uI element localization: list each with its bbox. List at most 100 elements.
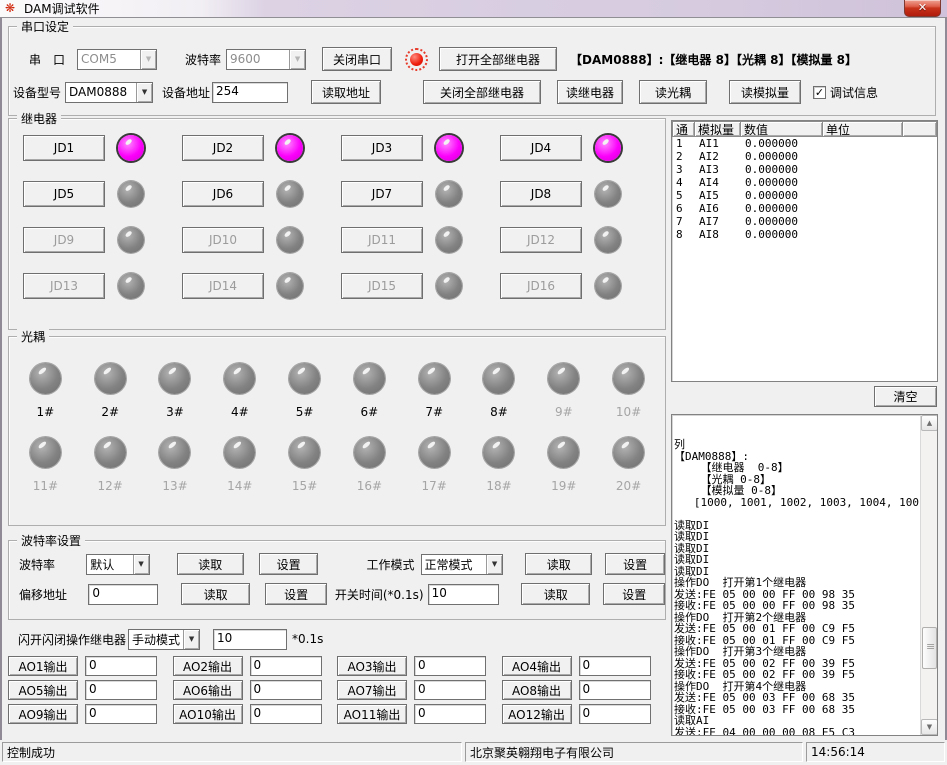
scroll-down-icon[interactable]: ▼ bbox=[921, 719, 938, 735]
table-row[interactable]: 5 AI5 0.000000 bbox=[672, 189, 937, 202]
ao-cell: AO8输出 0 bbox=[502, 680, 667, 700]
channel-cell: 5 bbox=[672, 189, 695, 202]
table-row[interactable]: 6 AI6 0.000000 bbox=[672, 202, 937, 215]
opto-label: 3# bbox=[166, 405, 184, 419]
ao-output-input[interactable]: 0 bbox=[579, 680, 651, 700]
table-header-cell[interactable]: 模拟量 bbox=[695, 121, 741, 137]
relay-button[interactable]: JD4 bbox=[500, 135, 582, 161]
ao-output-button[interactable]: AO10输出 bbox=[173, 704, 243, 724]
offset-set-button[interactable]: 设置 bbox=[265, 583, 327, 605]
analog-name-cell: AI6 bbox=[695, 202, 741, 215]
debug-info-checkbox[interactable]: ✓ bbox=[813, 86, 826, 99]
ao-output-button[interactable]: AO9输出 bbox=[8, 704, 78, 724]
table-row[interactable]: 8 AI8 0.000000 bbox=[672, 228, 937, 241]
switch-time-input[interactable]: 10 bbox=[428, 584, 499, 605]
log-scrollbar[interactable]: ▲ ▼ bbox=[920, 415, 937, 735]
relay-button[interactable]: JD12 bbox=[500, 227, 582, 253]
relay-button[interactable]: JD13 bbox=[23, 273, 105, 299]
ao-output-input[interactable]: 0 bbox=[414, 680, 486, 700]
relay-button[interactable]: JD6 bbox=[182, 181, 264, 207]
opto-cell: 19# bbox=[531, 437, 596, 493]
close-button[interactable]: ✕ bbox=[904, 0, 941, 17]
relay-button[interactable]: JD8 bbox=[500, 181, 582, 207]
ao-output-button[interactable]: AO1输出 bbox=[8, 656, 78, 676]
ao-output-input[interactable]: 0 bbox=[579, 704, 651, 724]
work-mode-set-button[interactable]: 设置 bbox=[605, 553, 665, 575]
read-address-button[interactable]: 读取地址 bbox=[311, 80, 381, 104]
table-header-cell[interactable] bbox=[903, 121, 937, 137]
ao-output-input[interactable]: 0 bbox=[85, 704, 157, 724]
relay-button[interactable]: JD1 bbox=[23, 135, 105, 161]
relay-button[interactable]: JD11 bbox=[341, 227, 423, 253]
work-mode-select[interactable]: 正常模式 ▼ bbox=[421, 554, 504, 575]
channel-cell: 3 bbox=[672, 163, 695, 176]
relay-led-indicator bbox=[595, 135, 621, 161]
ao-output-button[interactable]: AO8输出 bbox=[502, 680, 572, 700]
flash-mode-select[interactable]: 手动模式 ▼ bbox=[128, 629, 200, 650]
relay-button[interactable]: JD16 bbox=[500, 273, 582, 299]
channel-cell: 6 bbox=[672, 202, 695, 215]
ao-output-input[interactable]: 0 bbox=[85, 680, 157, 700]
ao-output-input[interactable]: 0 bbox=[579, 656, 651, 676]
offset-addr-input[interactable]: 0 bbox=[88, 584, 157, 605]
close-all-relays-button[interactable]: 关闭全部继电器 bbox=[423, 80, 541, 104]
scrollbar-thumb[interactable] bbox=[922, 627, 937, 669]
relay-button[interactable]: JD14 bbox=[182, 273, 264, 299]
debug-log-box[interactable]: 列【DAM0888】: 【继电器 0-8】 【光耦 0-8】 【模拟量 0-8】… bbox=[671, 414, 938, 736]
relay-button[interactable]: JD2 bbox=[182, 135, 264, 161]
close-port-button[interactable]: 关闭串口 bbox=[322, 47, 392, 71]
value-cell: 0.000000 bbox=[741, 189, 823, 202]
ao-output-button[interactable]: AO2输出 bbox=[173, 656, 243, 676]
relay-button[interactable]: JD10 bbox=[182, 227, 264, 253]
ao-output-button[interactable]: AO3输出 bbox=[337, 656, 407, 676]
table-row[interactable]: 7 AI7 0.000000 bbox=[672, 215, 937, 228]
port-select[interactable]: COM5 ▼ bbox=[77, 49, 157, 70]
table-row[interactable]: 4 AI4 0.000000 bbox=[672, 176, 937, 189]
relay-button[interactable]: JD3 bbox=[341, 135, 423, 161]
ao-output-button[interactable]: AO7输出 bbox=[337, 680, 407, 700]
read-relay-button[interactable]: 读继电器 bbox=[557, 80, 623, 104]
switch-time-set-button[interactable]: 设置 bbox=[603, 583, 665, 605]
ao-output-input[interactable]: 0 bbox=[414, 656, 486, 676]
switch-time-read-button[interactable]: 读取 bbox=[521, 583, 590, 605]
opto-row-2: 11# 12# 13# 14# 15# 16# 17# 18# bbox=[9, 437, 665, 493]
clear-log-button[interactable]: 清空 bbox=[874, 386, 937, 407]
table-header-cell[interactable]: 通 bbox=[672, 121, 695, 137]
read-opto-button[interactable]: 读光耦 bbox=[639, 80, 707, 104]
value-cell: 0.000000 bbox=[741, 202, 823, 215]
scroll-up-icon[interactable]: ▲ bbox=[921, 415, 938, 431]
app-icon: ❋ bbox=[5, 2, 18, 15]
table-header-cell[interactable]: 单位 bbox=[823, 121, 903, 137]
table-row[interactable]: 3 AI3 0.000000 bbox=[672, 163, 937, 176]
device-addr-input[interactable]: 254 bbox=[212, 82, 288, 103]
open-all-relays-button[interactable]: 打开全部继电器 bbox=[439, 47, 557, 71]
baud-set-button[interactable]: 设置 bbox=[259, 553, 319, 575]
work-mode-read-button[interactable]: 读取 bbox=[525, 553, 592, 575]
ao-output-button[interactable]: AO5输出 bbox=[8, 680, 78, 700]
ao-output-button[interactable]: AO11输出 bbox=[337, 704, 407, 724]
table-row[interactable]: 1 AI1 0.000000 bbox=[672, 137, 937, 150]
relay-button[interactable]: JD9 bbox=[23, 227, 105, 253]
read-analog-button[interactable]: 读模拟量 bbox=[729, 80, 801, 104]
baud-read-button[interactable]: 读取 bbox=[177, 553, 244, 575]
device-model-select[interactable]: DAM0888 ▼ bbox=[65, 82, 153, 103]
ao-output-input[interactable]: 0 bbox=[250, 704, 322, 724]
ao-output-button[interactable]: AO4输出 bbox=[502, 656, 572, 676]
ao-output-input[interactable]: 0 bbox=[414, 704, 486, 724]
baud-select[interactable]: 9600 ▼ bbox=[226, 49, 306, 70]
baud-default-select[interactable]: 默认 ▼ bbox=[86, 554, 149, 575]
ao-output-input[interactable]: 0 bbox=[250, 656, 322, 676]
table-row[interactable]: 2 AI2 0.000000 bbox=[672, 150, 937, 163]
ao-output-input[interactable]: 0 bbox=[85, 656, 157, 676]
opto-label: 20# bbox=[616, 479, 641, 493]
offset-read-button[interactable]: 读取 bbox=[181, 583, 250, 605]
flash-operate-row: 闪开闪闭操作继电器 手动模式 ▼ 10 *0.1s bbox=[8, 628, 666, 650]
relay-button[interactable]: JD5 bbox=[23, 181, 105, 207]
ao-output-button[interactable]: AO6输出 bbox=[173, 680, 243, 700]
table-header-cell[interactable]: 数值 bbox=[741, 121, 823, 137]
ao-output-input[interactable]: 0 bbox=[250, 680, 322, 700]
flash-time-input[interactable]: 10 bbox=[213, 629, 287, 650]
ao-output-button[interactable]: AO12输出 bbox=[502, 704, 572, 724]
relay-button[interactable]: JD15 bbox=[341, 273, 423, 299]
relay-button[interactable]: JD7 bbox=[341, 181, 423, 207]
